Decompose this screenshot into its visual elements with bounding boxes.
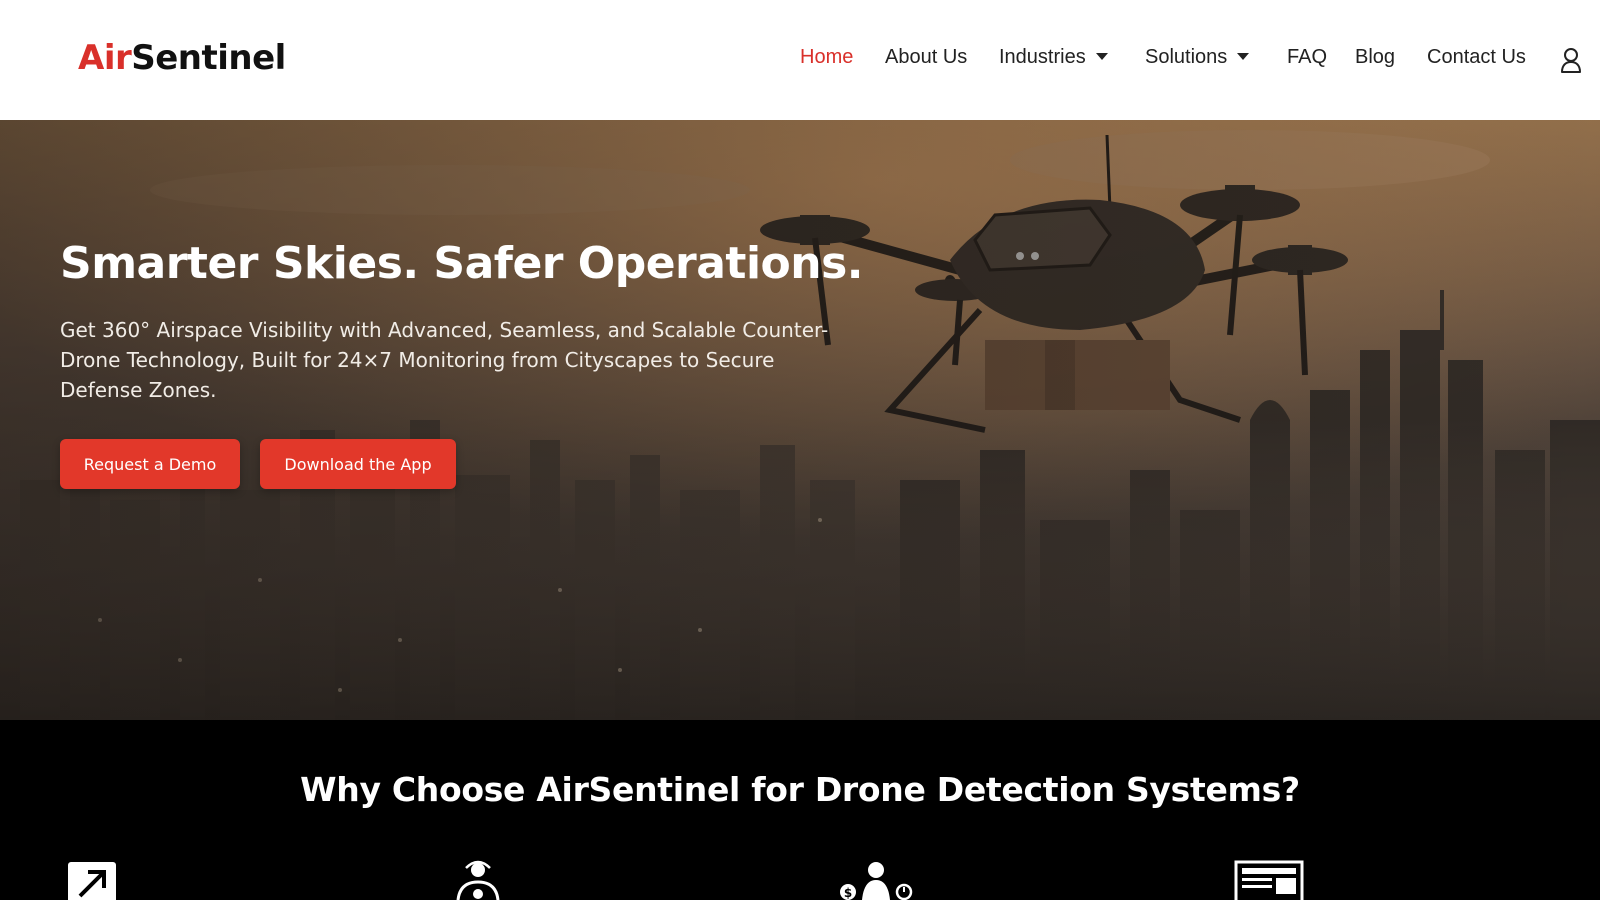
request-demo-button[interactable]: Request a Demo (60, 439, 240, 489)
chevron-down-icon (1095, 53, 1108, 60)
hero-title: Smarter Skies. Safer Operations. (60, 238, 864, 289)
scalability-arrow-icon (68, 862, 116, 900)
nav-about-us-label: About Us (885, 46, 968, 68)
nav-about-us[interactable]: About Us (885, 46, 967, 69)
brand-logo[interactable]: AirSentinel (78, 38, 286, 78)
nav-home-label: Home (800, 46, 854, 68)
chevron-down-icon (1237, 53, 1250, 60)
support-agent-icon (456, 860, 500, 900)
download-app-label: Download the App (284, 454, 432, 474)
hero-overlay (0, 120, 1600, 720)
nav-contact-us[interactable]: Contact Us (1427, 46, 1526, 69)
dashboard-monitor-icon (1234, 860, 1304, 900)
site-header: AirSentinel Home About Us Industries Sol… (0, 0, 1600, 120)
hero-subtitle: Get 360° Airspace Visibility with Advanc… (60, 318, 829, 402)
nav-solutions[interactable]: Solutions (1145, 46, 1250, 69)
nav-blog[interactable]: Blog (1355, 46, 1395, 69)
nav-solutions-label: Solutions (1145, 46, 1228, 68)
user-icon[interactable] (1560, 47, 1582, 73)
nav-contact-us-label: Contact Us (1427, 46, 1526, 68)
svg-text:$: $ (844, 886, 852, 900)
download-app-button[interactable]: Download the App (260, 439, 456, 489)
logo-text-air: Air (78, 38, 132, 78)
nav-industries-label: Industries (999, 46, 1086, 68)
why-choose-title: Why Choose AirSentinel for Drone Detecti… (300, 770, 1300, 809)
request-demo-label: Request a Demo (83, 454, 217, 474)
cost-time-savings-icon: $ (840, 862, 913, 900)
why-choose-section: Why Choose AirSentinel for Drone Detecti… (0, 720, 1600, 900)
nav-faq[interactable]: FAQ (1287, 46, 1327, 69)
nav-home[interactable]: Home (800, 46, 853, 69)
logo-text-sentinel: Sentinel (131, 38, 286, 78)
nav-faq-label: FAQ (1287, 46, 1328, 68)
nav-blog-label: Blog (1355, 46, 1396, 68)
nav-industries[interactable]: Industries (999, 46, 1108, 69)
hero-section: Smarter Skies. Safer Operations. Get 360… (0, 120, 1600, 720)
